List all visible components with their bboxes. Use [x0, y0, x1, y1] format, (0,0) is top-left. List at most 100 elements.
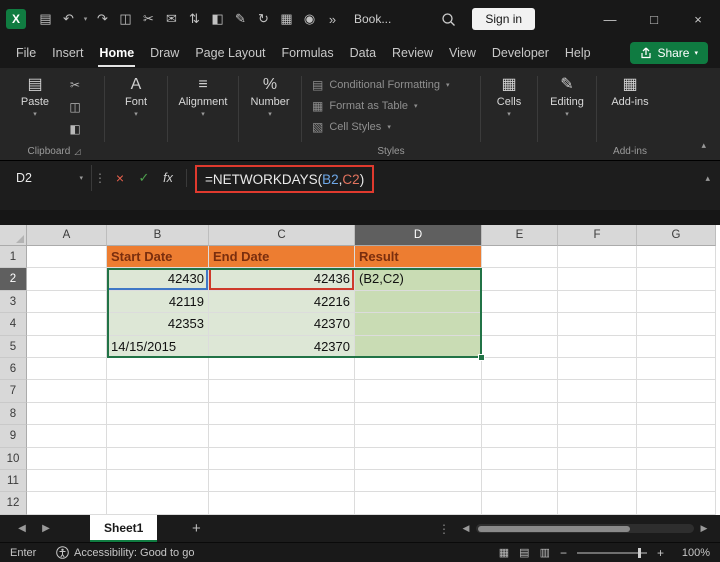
share-button[interactable]: Share ▾ [630, 42, 708, 64]
horizontal-scrollbar[interactable]: ◀ ▶ [458, 523, 712, 534]
editing-button[interactable]: ✎ Editing ▾ [542, 68, 592, 143]
undo-dropdown-icon[interactable]: ▾ [80, 15, 91, 23]
copy-icon[interactable]: ◫ [114, 11, 137, 27]
row-header-9[interactable]: 9 [0, 425, 27, 448]
cell-A2[interactable] [27, 268, 107, 291]
tab-view[interactable]: View [441, 39, 484, 67]
cell-F8[interactable] [558, 402, 637, 426]
cell-A4[interactable] [27, 313, 107, 336]
fill-handle[interactable] [478, 354, 485, 361]
sort-icon[interactable]: ⇅ [183, 11, 206, 27]
cell-A1[interactable] [27, 246, 107, 269]
cell-C12[interactable] [209, 492, 355, 515]
cell-B5[interactable]: 14/15/2015 [107, 335, 209, 358]
enter-button[interactable]: ✓ [132, 165, 156, 191]
cell-F4[interactable] [558, 313, 637, 336]
select-all-corner[interactable] [0, 225, 27, 246]
search-icon[interactable] [441, 12, 456, 27]
zoom-out-button[interactable]: − [560, 546, 567, 560]
column-header-F[interactable]: F [558, 225, 637, 246]
cell-G1[interactable] [637, 246, 716, 269]
cell-A9[interactable] [27, 425, 107, 448]
row-header-2[interactable]: 2 [0, 268, 27, 291]
cell-B9[interactable] [107, 425, 209, 448]
cell-B1[interactable]: Start Date [107, 246, 209, 269]
mail-icon[interactable]: ✉ [160, 11, 183, 27]
cell-F2[interactable] [558, 268, 637, 291]
cell-D3[interactable] [355, 290, 482, 314]
cell-G11[interactable] [637, 469, 716, 493]
cell-E6[interactable] [482, 357, 558, 381]
row-header-11[interactable]: 11 [0, 469, 27, 493]
cell-D12[interactable] [355, 492, 482, 515]
cell-B6[interactable] [107, 357, 209, 381]
cell-D10[interactable] [355, 447, 482, 470]
cell-G9[interactable] [637, 425, 716, 448]
row-header-10[interactable]: 10 [0, 447, 27, 470]
cell-A10[interactable] [27, 447, 107, 470]
column-header-B[interactable]: B [107, 225, 209, 246]
cell-D7[interactable] [355, 380, 482, 403]
cell-B2[interactable]: 42430 [107, 268, 209, 291]
tab-developer[interactable]: Developer [484, 39, 557, 67]
cut-icon[interactable]: ✂ [70, 78, 80, 92]
formula-bar-handle[interactable]: ⋮ [92, 165, 108, 191]
more-commands-icon[interactable]: » [321, 12, 344, 27]
cell-F11[interactable] [558, 469, 637, 493]
zoom-slider[interactable] [576, 547, 647, 558]
excel-logo-icon[interactable]: X [6, 9, 26, 29]
cell-E3[interactable] [482, 290, 558, 314]
cell-A3[interactable] [27, 290, 107, 314]
cell-B3[interactable]: 42119 [107, 290, 209, 314]
cell-C7[interactable] [209, 380, 355, 403]
tab-page-layout[interactable]: Page Layout [187, 39, 273, 67]
cells-button[interactable]: ▦ Cells ▾ [485, 68, 533, 143]
cell-E5[interactable] [482, 335, 558, 358]
number-button[interactable]: % Number ▾ [243, 68, 297, 143]
cell-E11[interactable] [482, 469, 558, 493]
scrollbar-track[interactable] [476, 524, 694, 533]
zoom-level[interactable]: 100% [674, 547, 710, 559]
cell-G4[interactable] [637, 313, 716, 336]
cell-A11[interactable] [27, 469, 107, 493]
sheet-tab-sheet1[interactable]: Sheet1 [90, 515, 158, 542]
cell-D2[interactable]: (B2,C2) [355, 268, 482, 291]
cell-F7[interactable] [558, 380, 637, 403]
sign-in-button[interactable]: Sign in [472, 8, 536, 30]
cell-B8[interactable] [107, 402, 209, 426]
tab-home[interactable]: Home [91, 39, 142, 67]
cell-A7[interactable] [27, 380, 107, 403]
zoom-slider-thumb[interactable] [637, 547, 641, 558]
cell-E8[interactable] [482, 402, 558, 426]
cell-D11[interactable] [355, 469, 482, 493]
cell-D1[interactable]: Result [355, 246, 482, 269]
camera-icon[interactable]: ◉ [298, 11, 321, 27]
sheet-nav-right-icon[interactable]: ▶ [34, 523, 58, 534]
collapse-formula-bar-icon[interactable]: ▴ [705, 165, 712, 191]
minimize-button[interactable]: — [588, 0, 632, 38]
paste-button[interactable]: ▤ Paste ▾ [8, 68, 62, 143]
row-header-7[interactable]: 7 [0, 380, 27, 403]
cell-E1[interactable] [482, 246, 558, 269]
cell-E2[interactable] [482, 268, 558, 291]
cell-B10[interactable] [107, 447, 209, 470]
cell-G3[interactable] [637, 290, 716, 314]
cell-C9[interactable] [209, 425, 355, 448]
cell-D8[interactable] [355, 402, 482, 426]
new-sheet-button[interactable]: + [185, 520, 207, 537]
undo-icon[interactable]: ↶ [57, 11, 80, 27]
scrollbar-thumb[interactable] [478, 525, 630, 532]
column-header-A[interactable]: A [27, 225, 107, 246]
cell-A5[interactable] [27, 335, 107, 358]
column-header-E[interactable]: E [482, 225, 558, 246]
table-icon[interactable]: ▦ [275, 11, 298, 27]
page-break-view-icon[interactable]: ▥ [540, 546, 550, 559]
cell-B7[interactable] [107, 380, 209, 403]
cell-E9[interactable] [482, 425, 558, 448]
column-header-D[interactable]: D [355, 225, 482, 246]
row-header-8[interactable]: 8 [0, 402, 27, 426]
sheet-nav-left-icon[interactable]: ◀ [10, 523, 34, 534]
cancel-button[interactable]: × [108, 165, 132, 191]
dialog-launcher-icon[interactable]: ◿ [74, 147, 80, 156]
cell-C2[interactable]: 42436 [209, 268, 355, 291]
